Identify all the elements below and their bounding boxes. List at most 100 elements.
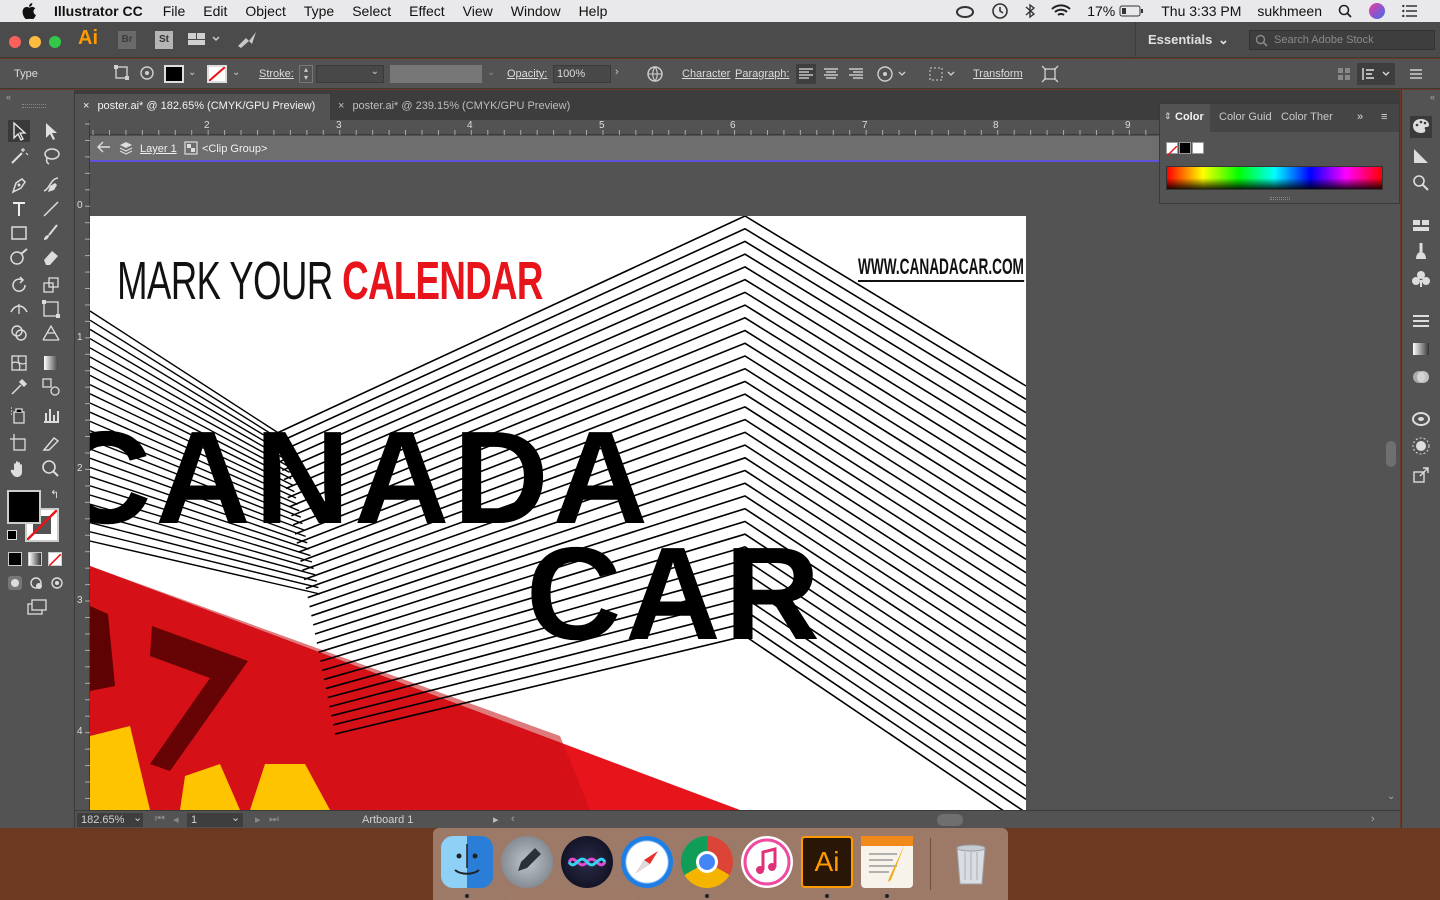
isolate-selected-icon[interactable] <box>1040 64 1062 86</box>
finder-icon[interactable] <box>441 836 493 888</box>
window-close-button[interactable] <box>9 36 21 48</box>
align-left-button[interactable] <box>796 64 816 84</box>
last-artboard-icon[interactable]: ⏭ <box>269 813 279 826</box>
gradient-tool-icon[interactable] <box>40 352 62 374</box>
scroll-left-icon[interactable]: ‹ <box>511 813 515 825</box>
menu-view[interactable]: View <box>463 3 493 19</box>
first-artboard-icon[interactable]: ⏮ <box>155 813 165 826</box>
recolor-icon[interactable] <box>112 63 134 85</box>
window-minimize-button[interactable] <box>29 36 41 48</box>
back-arrow-icon[interactable] <box>96 140 112 157</box>
draw-behind-icon[interactable] <box>27 574 49 596</box>
slice-tool-icon[interactable] <box>40 432 62 454</box>
user-name[interactable]: sukhmeen <box>1257 3 1322 19</box>
gradient-mode-button[interactable] <box>28 552 42 566</box>
white-swatch[interactable] <box>1192 142 1204 154</box>
artboard[interactable]: MARK YOUR CALENDAR WWW.CANADACAR.COM CAN… <box>90 216 1026 810</box>
recolor-artwork-icon[interactable] <box>876 64 908 84</box>
transform-link[interactable]: Transform <box>973 68 1023 80</box>
profile-dropdown-icon[interactable]: ⌄ <box>487 67 495 78</box>
fill-swatch[interactable] <box>164 65 184 83</box>
symbol-sprayer-tool-icon[interactable] <box>8 404 30 426</box>
panel-expand-icon[interactable]: » <box>1357 111 1363 123</box>
panel-resize-grip[interactable] <box>1270 197 1290 200</box>
paragraph-link[interactable]: Paragraph: <box>735 68 789 80</box>
gradient-panel-icon[interactable] <box>1410 338 1432 360</box>
notification-center-icon[interactable] <box>1402 5 1418 17</box>
trash-icon[interactable] <box>945 836 997 888</box>
eyedropper-tool-icon[interactable] <box>8 376 30 398</box>
tab-color-guide[interactable]: Color Guid <box>1219 111 1272 123</box>
fill-dropdown-icon[interactable]: ⌄ <box>188 67 196 78</box>
menu-object[interactable]: Object <box>245 3 285 19</box>
perspective-grid-tool-icon[interactable] <box>40 322 62 344</box>
scroll-right-icon[interactable]: › <box>1371 813 1375 825</box>
none-swatch[interactable] <box>1166 142 1178 157</box>
pen-tool-icon[interactable] <box>8 174 30 196</box>
selection-tool-icon[interactable] <box>8 120 30 142</box>
swatches-icon[interactable] <box>1410 214 1432 236</box>
brushes-icon[interactable] <box>1410 240 1432 262</box>
draw-inside-icon[interactable] <box>48 574 70 596</box>
menu-window[interactable]: Window <box>511 3 561 19</box>
creative-cloud-icon[interactable] <box>955 4 975 18</box>
character-link[interactable]: Character <box>682 68 730 80</box>
window-zoom-button[interactable] <box>49 36 61 48</box>
fill-color-front[interactable] <box>7 490 41 524</box>
lasso-tool-icon[interactable] <box>40 145 62 167</box>
wifi-icon[interactable] <box>1051 4 1071 18</box>
apple-logo-icon[interactable] <box>22 3 36 19</box>
global-icon[interactable] <box>645 64 667 86</box>
scroll-down-icon[interactable]: ⌄ <box>1387 791 1395 802</box>
color-mode-button[interactable] <box>8 552 22 566</box>
close-tab-icon[interactable]: × <box>83 100 89 112</box>
chrome-icon[interactable] <box>681 836 733 888</box>
battery-icon[interactable] <box>1119 5 1144 17</box>
itunes-icon[interactable] <box>741 836 793 888</box>
libraries-icon[interactable] <box>1410 408 1432 430</box>
screen-mode-icon[interactable] <box>26 598 48 620</box>
menu-type[interactable]: Type <box>304 3 334 19</box>
blend-tool-icon[interactable] <box>40 376 62 398</box>
scroll-thumb[interactable] <box>1386 441 1396 467</box>
siri-app-icon[interactable] <box>561 836 613 888</box>
rectangle-tool-icon[interactable] <box>8 222 30 244</box>
column-graph-tool-icon[interactable] <box>40 404 62 426</box>
panel-options-button[interactable] <box>1357 63 1395 85</box>
bridge-button[interactable]: Br <box>118 31 136 49</box>
hand-tool-icon[interactable] <box>8 458 30 480</box>
panel-grip[interactable] <box>22 104 46 108</box>
stroke-weight-stepper[interactable]: ▴ ▾ <box>299 65 313 83</box>
stroke-dropdown-icon[interactable]: ⌄ <box>232 67 240 78</box>
app-menu[interactable]: Illustrator CC <box>54 3 143 19</box>
vertical-ruler[interactable]: 0 1 2 3 4 <box>75 120 90 810</box>
menu-file[interactable]: File <box>163 3 186 19</box>
shaper-tool-icon[interactable] <box>8 246 30 268</box>
panel-menu-icon[interactable]: ≡ <box>1381 111 1387 123</box>
collapse-panel-icon[interactable]: « <box>1430 92 1435 102</box>
clock[interactable]: Thu 3:33 PM <box>1161 3 1241 19</box>
transparency-icon[interactable] <box>1410 366 1432 388</box>
stock-button[interactable]: St <box>155 31 173 49</box>
vertical-scrollbar[interactable]: ⌄ <box>1382 135 1400 810</box>
opacity-input[interactable]: 100% <box>553 65 611 83</box>
default-colors-icon[interactable] <box>7 530 17 540</box>
black-swatch[interactable] <box>1179 142 1191 154</box>
horizontal-ruler[interactable]: 2 3 4 5 6 7 8 9 <box>90 120 1160 135</box>
shape-builder-tool-icon[interactable] <box>8 322 30 344</box>
stroke-label[interactable]: Stroke: <box>259 68 294 80</box>
none-mode-button[interactable] <box>48 552 62 567</box>
color-spectrum[interactable] <box>1166 166 1383 190</box>
paintbrush-tool-icon[interactable] <box>40 222 62 244</box>
align-center-button[interactable] <box>821 64 841 84</box>
width-tool-icon[interactable] <box>8 298 30 320</box>
scale-tool-icon[interactable] <box>40 274 62 296</box>
stroke-swatch[interactable] <box>207 65 227 83</box>
workspace-switcher[interactable]: Essentials ⌄ <box>1135 22 1241 58</box>
launchpad-icon[interactable] <box>501 836 553 888</box>
align-object-icon[interactable] <box>137 63 159 85</box>
rotate-tool-icon[interactable] <box>8 274 30 296</box>
export-assets-icon[interactable] <box>1410 464 1432 486</box>
eraser-tool-icon[interactable] <box>40 246 62 268</box>
opacity-label[interactable]: Opacity: <box>507 68 547 80</box>
